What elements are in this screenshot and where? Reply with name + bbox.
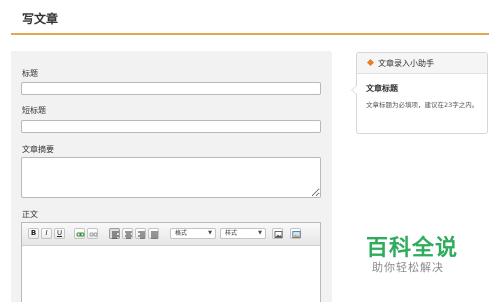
short-title-label: 短标题 — [22, 106, 46, 115]
summary-textarea[interactable] — [21, 157, 321, 198]
image-icon — [274, 231, 283, 238]
watermark-main-text: 百科全说 — [366, 236, 459, 261]
tip-text: 文章标题为必填项，建议在23字之内。 — [366, 101, 479, 109]
insert-image-button[interactable] — [272, 228, 283, 239]
summary-label: 文章摘要 — [22, 145, 54, 154]
body-label: 正文 — [22, 210, 38, 219]
header-divider — [11, 33, 489, 35]
helper-title: 文章录入小助手 — [378, 59, 434, 68]
title-input[interactable] — [21, 82, 321, 95]
underline-button[interactable]: U — [54, 228, 65, 239]
align-right-button[interactable] — [135, 228, 146, 239]
align-center-button[interactable] — [122, 228, 133, 239]
format-select-value: 格式 — [175, 230, 188, 237]
helper-pointer-fill — [352, 86, 357, 94]
bold-button[interactable]: B — [28, 228, 39, 239]
rich-text-editor: B I U 格式 ▼ 样式 ▼ — [21, 222, 321, 302]
align-left-icon — [112, 231, 119, 239]
insert-media-button[interactable] — [290, 228, 301, 239]
helper-header: 文章录入小助手 — [357, 53, 487, 74]
unlink-icon — [89, 232, 98, 237]
italic-button[interactable]: I — [41, 228, 52, 239]
link-icon — [76, 232, 85, 237]
style-select-value: 样式 — [225, 230, 238, 237]
title-label: 标题 — [22, 69, 38, 78]
short-title-input[interactable] — [21, 120, 321, 133]
remove-link-button[interactable] — [87, 228, 98, 239]
page-header: 写文章 — [0, 0, 500, 35]
style-select[interactable]: 样式 ▼ — [220, 228, 266, 239]
align-justify-button[interactable] — [148, 228, 159, 239]
insert-link-button[interactable] — [74, 228, 85, 239]
tip-heading: 文章标题 — [366, 84, 398, 93]
page-title: 写文章 — [22, 12, 59, 26]
align-right-icon — [138, 231, 145, 239]
watermark-sub-text: 助你轻松解决 — [372, 261, 444, 274]
diamond-icon — [366, 58, 375, 67]
editor-content-area[interactable] — [22, 246, 320, 303]
picture-icon — [292, 231, 301, 238]
align-left-button[interactable] — [109, 228, 120, 239]
watermark-logo: 百科全说 助你轻松解决 — [360, 226, 472, 276]
writing-helper-panel: 文章录入小助手 文章标题 文章标题为必填项，建议在23字之内。 — [351, 52, 488, 134]
align-center-icon — [125, 231, 132, 239]
align-justify-icon — [151, 231, 158, 239]
format-select[interactable]: 格式 ▼ — [170, 228, 216, 239]
chevron-down-icon: ▼ — [208, 230, 212, 236]
chevron-down-icon: ▼ — [258, 230, 262, 236]
editor-toolbar: B I U 格式 ▼ 样式 ▼ — [22, 223, 320, 246]
